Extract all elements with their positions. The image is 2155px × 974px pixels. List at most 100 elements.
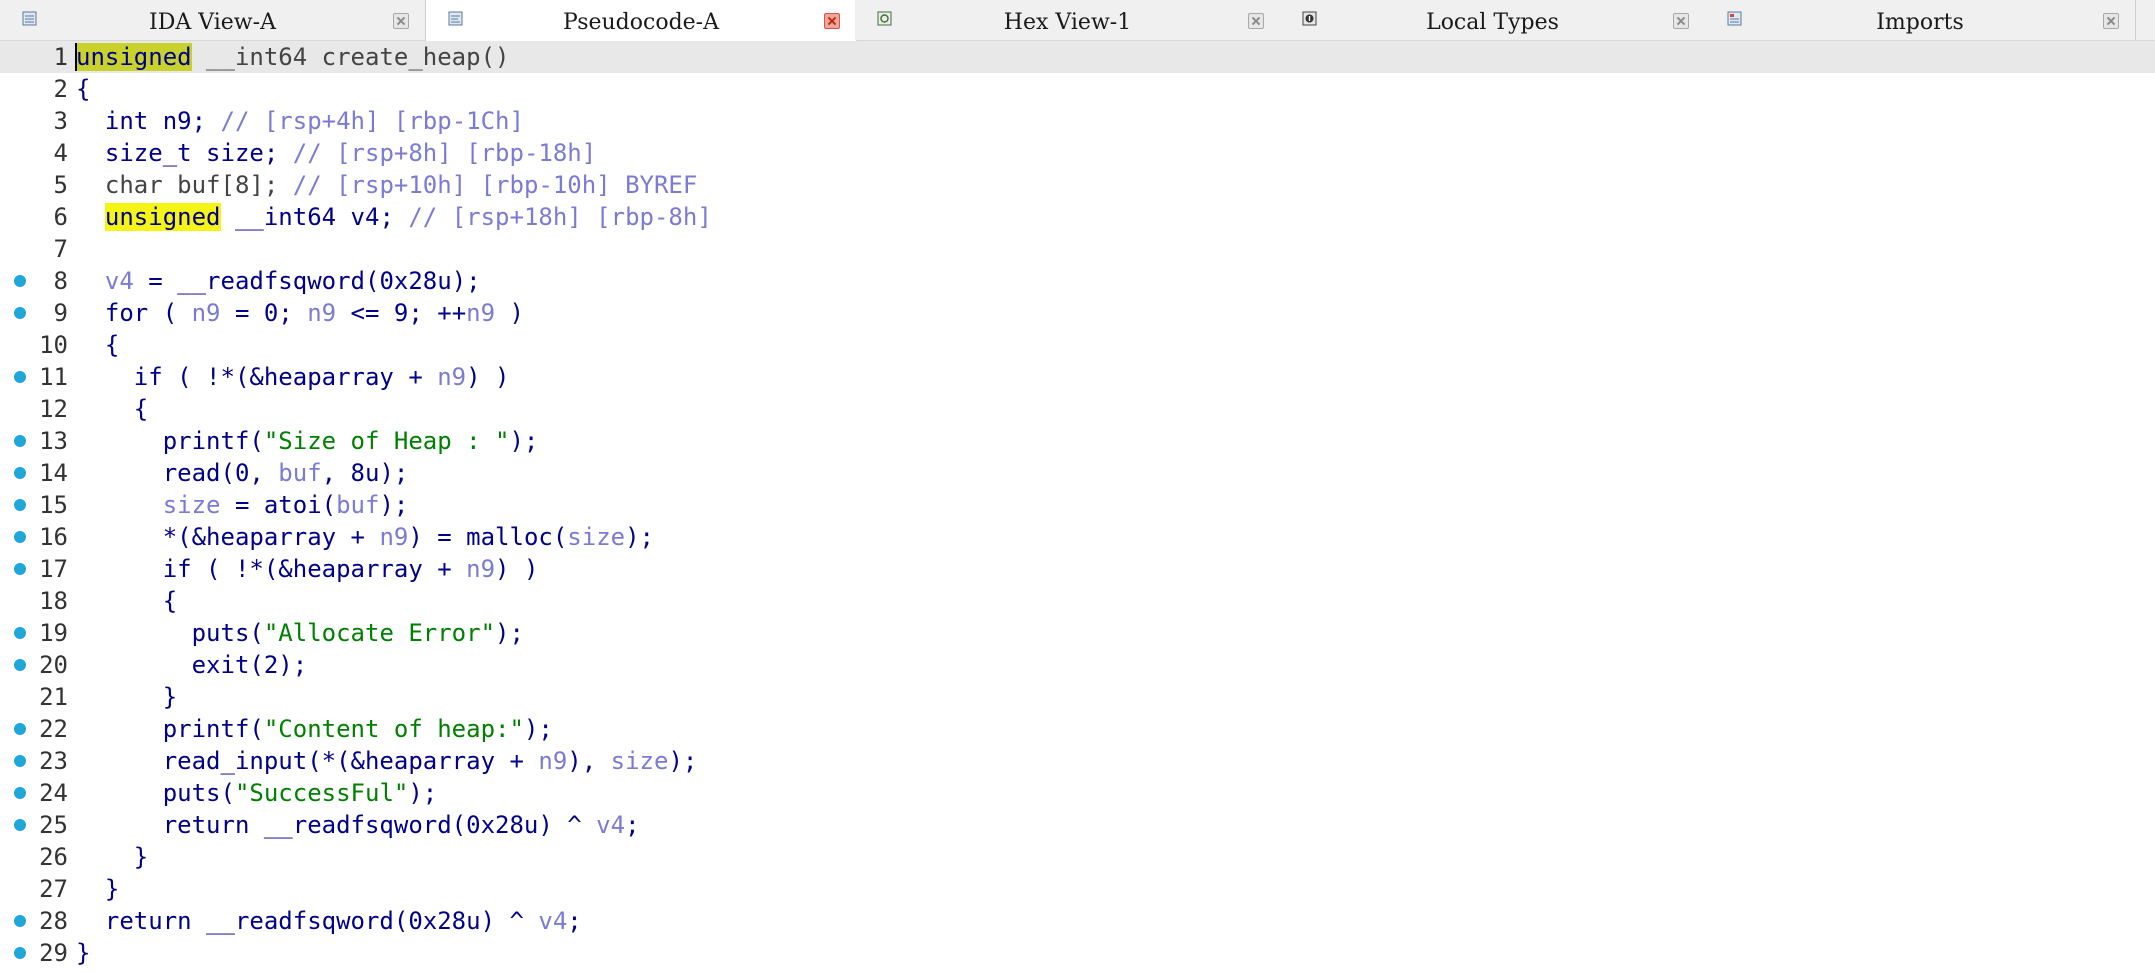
tab-imports[interactable]: Imports — [1705, 0, 2136, 40]
code-token: ) = malloc( — [408, 523, 568, 551]
breakpoint-dot-icon[interactable] — [14, 467, 26, 479]
tab-hex-view-1[interactable]: Hex View-1 — [855, 0, 1281, 40]
code-line[interactable]: 28 return __readfsqword(0x28u) ^ v4; — [0, 905, 2155, 937]
breakpoint-dot-icon[interactable] — [14, 307, 26, 319]
close-icon[interactable] — [824, 13, 840, 29]
code-text[interactable]: } — [76, 681, 177, 713]
code-text[interactable]: read_input(*(&heaparray + n9), size); — [76, 745, 698, 777]
code-line[interactable]: 29} — [0, 937, 2155, 969]
code-text[interactable]: int n9; // [rsp+4h] [rbp-1Ch] — [76, 105, 524, 137]
code-text[interactable]: } — [76, 937, 90, 969]
code-text[interactable]: puts("Allocate Error"); — [76, 617, 524, 649]
close-icon[interactable] — [393, 13, 409, 29]
breakpoint-dot-icon[interactable] — [14, 499, 26, 511]
code-text[interactable]: size = atoi(buf); — [76, 489, 409, 521]
code-token: ); — [495, 619, 524, 647]
close-icon[interactable] — [2103, 13, 2119, 29]
code-text[interactable]: if ( !*(&heaparray + n9) ) — [76, 553, 539, 585]
code-text[interactable]: { — [76, 329, 119, 361]
code-line[interactable]: 26 } — [0, 841, 2155, 873]
code-line[interactable]: 7 — [0, 233, 2155, 265]
breakpoint-dot-icon[interactable] — [14, 723, 26, 735]
code-line[interactable]: 25 return __readfsqword(0x28u) ^ v4; — [0, 809, 2155, 841]
line-number: 3 — [53, 107, 68, 135]
breakpoint-dot-icon[interactable] — [14, 531, 26, 543]
code-line[interactable]: 24 puts("SuccessFul"); — [0, 777, 2155, 809]
code-text[interactable]: { — [76, 73, 90, 105]
code-text[interactable]: v4 = __readfsqword(0x28u); — [76, 265, 481, 297]
code-text[interactable]: printf("Size of Heap : "); — [76, 425, 539, 457]
code-line[interactable]: 8 v4 = __readfsqword(0x28u); — [0, 265, 2155, 297]
code-line[interactable]: 14 read(0, buf, 8u); — [0, 457, 2155, 489]
tab-pseudocode-a[interactable]: Pseudocode-A — [425, 0, 857, 41]
code-token: { — [76, 587, 178, 615]
code-token: unsigned — [104, 203, 221, 231]
line-number: 12 — [39, 395, 68, 423]
code-line[interactable]: 13 printf("Size of Heap : "); — [0, 425, 2155, 457]
code-text[interactable]: puts("SuccessFul"); — [76, 777, 438, 809]
code-line[interactable]: 18 { — [0, 585, 2155, 617]
code-line[interactable]: 16 *(&heaparray + n9) = malloc(size); — [0, 521, 2155, 553]
code-token: return __readfsqword(0x28u) ^ — [76, 907, 539, 935]
code-line[interactable]: 10 { — [0, 329, 2155, 361]
code-line[interactable]: 21 } — [0, 681, 2155, 713]
code-text[interactable]: if ( !*(&heaparray + n9) ) — [76, 361, 510, 393]
breakpoint-dot-icon[interactable] — [14, 947, 26, 959]
code-line[interactable]: 23 read_input(*(&heaparray + n9), size); — [0, 745, 2155, 777]
close-icon[interactable] — [1673, 13, 1689, 29]
code-line[interactable]: 12 { — [0, 393, 2155, 425]
breakpoint-dot-icon[interactable] — [14, 435, 26, 447]
line-number: 18 — [39, 587, 68, 615]
close-icon[interactable] — [1248, 13, 1264, 29]
tab-label: Hex View-1 — [1003, 10, 1132, 35]
breakpoint-dot-icon[interactable] — [14, 755, 26, 767]
code-line[interactable]: 3 int n9; // [rsp+4h] [rbp-1Ch] — [0, 105, 2155, 137]
code-text[interactable]: return __readfsqword(0x28u) ^ v4; — [76, 809, 640, 841]
breakpoint-dot-icon[interactable] — [14, 563, 26, 575]
code-line[interactable]: 1 unsigned __int64 create_heap() — [0, 41, 2155, 73]
code-text[interactable]: printf("Content of heap:"); — [76, 713, 553, 745]
code-text[interactable]: exit(2); — [76, 649, 308, 681]
breakpoint-dot-icon[interactable] — [14, 787, 26, 799]
code-line[interactable]: 5 char buf[8]; // [rsp+10h] [rbp-10h] BY… — [0, 169, 2155, 201]
code-line[interactable]: 9 for ( n9 = 0; n9 <= 9; ++n9 ) — [0, 297, 2155, 329]
line-number: 4 — [53, 139, 68, 167]
code-text[interactable]: size_t size; // [rsp+8h] [rbp-18h] — [76, 137, 596, 169]
code-line[interactable]: 22 printf("Content of heap:"); — [0, 713, 2155, 745]
code-line[interactable]: 6 unsigned __int64 v4; // [rsp+18h] [rbp… — [0, 201, 2155, 233]
tab-ida-view-a[interactable]: IDA View-A — [0, 0, 426, 40]
code-token: // [rsp+4h] [rbp-1Ch] — [220, 107, 524, 135]
code-text[interactable]: *(&heaparray + n9) = malloc(size); — [76, 521, 654, 553]
code-text[interactable]: for ( n9 = 0; n9 <= 9; ++n9 ) — [76, 297, 524, 329]
breakpoint-dot-icon[interactable] — [14, 275, 26, 287]
code-line[interactable]: 19 puts("Allocate Error"); — [0, 617, 2155, 649]
code-text[interactable]: read(0, buf, 8u); — [76, 457, 409, 489]
code-text[interactable]: } — [76, 873, 119, 905]
breakpoint-dot-icon[interactable] — [14, 819, 26, 831]
code-line[interactable]: 11 if ( !*(&heaparray + n9) ) — [0, 361, 2155, 393]
code-line[interactable]: 4 size_t size; // [rsp+8h] [rbp-18h] — [0, 137, 2155, 169]
pseudocode-editor[interactable]: 1 unsigned __int64 create_heap() 2{3 int n… — [0, 41, 2155, 974]
code-token: ), — [567, 747, 611, 775]
tab-local-types[interactable]: Local Types — [1280, 0, 1706, 40]
code-line[interactable]: 15 size = atoi(buf); — [0, 489, 2155, 521]
code-text[interactable]: { — [76, 585, 177, 617]
code-text[interactable]: return __readfsqword(0x28u) ^ v4; — [76, 905, 582, 937]
code-line[interactable]: 27 } — [0, 873, 2155, 905]
code-text[interactable]: { — [76, 393, 148, 425]
breakpoint-dot-icon[interactable] — [14, 371, 26, 383]
code-token: ) — [495, 299, 524, 327]
breakpoint-dot-icon[interactable] — [14, 915, 26, 927]
code-line[interactable]: 2{ — [0, 73, 2155, 105]
code-text[interactable]: } — [76, 841, 148, 873]
breakpoint-dot-icon[interactable] — [14, 627, 26, 639]
code-token: if ( !*(&heaparray + — [76, 555, 467, 583]
code-line[interactable]: 20 exit(2); — [0, 649, 2155, 681]
code-text[interactable]: unsigned __int64 v4; // [rsp+18h] [rbp-8… — [76, 201, 712, 233]
code-token: ) ) — [495, 555, 539, 583]
code-line[interactable]: 17 if ( !*(&heaparray + n9) ) — [0, 553, 2155, 585]
code-text[interactable]: char buf[8]; // [rsp+10h] [rbp-10h] BYRE… — [76, 169, 697, 201]
breakpoint-dot-icon[interactable] — [14, 659, 26, 671]
code-text[interactable]: unsigned __int64 create_heap() — [76, 41, 509, 73]
